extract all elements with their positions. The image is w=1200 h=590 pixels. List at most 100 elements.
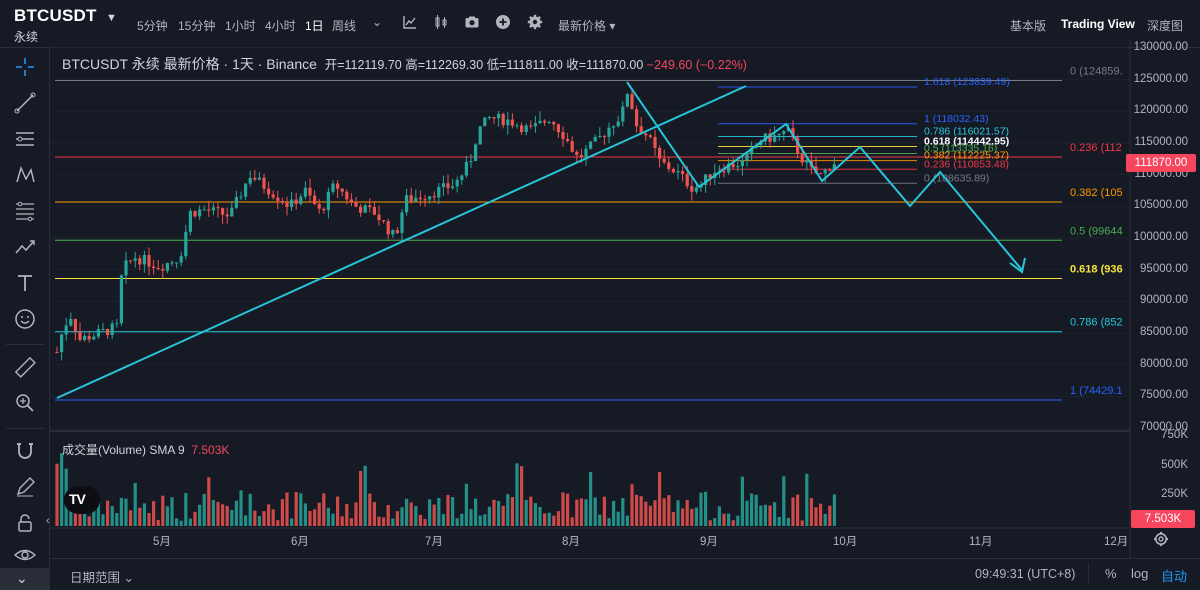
legend-low: 低=111811.00	[486, 58, 563, 72]
visibility-eye-icon[interactable]	[12, 542, 38, 568]
volume-bar	[349, 518, 353, 526]
volume-bar	[326, 507, 330, 526]
macro-fib-label: 0.382 (105	[1070, 187, 1123, 199]
timeframe-weekly[interactable]: 周线	[332, 17, 356, 34]
candle-body	[520, 125, 524, 133]
current-price-tag: 111870.00	[1126, 154, 1196, 172]
volume-tick: 750K	[1161, 429, 1188, 441]
emoji-icon[interactable]	[12, 306, 38, 332]
view-basic[interactable]: 基本版	[1010, 17, 1046, 34]
candle-body	[96, 329, 100, 337]
text-tool-icon[interactable]	[12, 270, 38, 296]
volume-bar	[717, 506, 721, 526]
candle-body	[552, 121, 556, 125]
collapse-toolbar-button[interactable]: ⌄	[0, 568, 50, 590]
candle-body	[740, 159, 744, 167]
auto-scale-toggle[interactable]: 自动	[1161, 566, 1187, 585]
volume-bar	[133, 482, 137, 526]
timeframe-15m[interactable]: 15分钟	[178, 17, 215, 34]
candle-body	[179, 256, 183, 263]
view-tradingview[interactable]: Trading View	[1061, 17, 1135, 31]
candle-body	[382, 220, 386, 222]
uptrend-line	[56, 85, 747, 399]
indicators-icon[interactable]	[402, 14, 418, 30]
trend-line-icon[interactable]	[12, 90, 38, 116]
volume-bar	[377, 516, 381, 526]
volume-bar	[184, 493, 188, 526]
symbol-title[interactable]: BTCUSDT	[14, 6, 97, 26]
candle-body	[303, 187, 307, 197]
ruler-icon[interactable]	[12, 354, 38, 380]
volume-bar	[800, 520, 804, 526]
fib-retracement-icon[interactable]	[12, 198, 38, 224]
candle-body	[138, 258, 142, 265]
candle-body	[395, 230, 399, 233]
chart-type-icon[interactable]	[433, 14, 449, 30]
magnet-icon[interactable]	[12, 438, 38, 464]
price-tick: 95000.00	[1140, 262, 1188, 275]
time-tick: 11月	[969, 536, 993, 548]
price-tick: 85000.00	[1140, 326, 1188, 338]
candle-body	[625, 94, 629, 107]
draw-mode-icon[interactable]	[12, 474, 38, 500]
candle-body	[225, 214, 229, 217]
volume-bar	[727, 513, 731, 526]
micro-fib-label: 1 (118032.43)	[924, 113, 989, 125]
chevron-down-icon: ▾	[609, 19, 616, 33]
pattern-icon[interactable]	[12, 162, 38, 188]
candle-body	[667, 162, 671, 170]
volume-bar	[474, 498, 478, 526]
candle-body	[207, 209, 211, 211]
volume-bar	[368, 493, 372, 526]
timeframe-1h[interactable]: 1小时	[225, 17, 256, 34]
chart-canvas[interactable]: 0 (124859. 0.236 (112 0.382 (105 0.5 (99644…	[50, 40, 1200, 558]
add-icon[interactable]	[495, 14, 511, 30]
price-type-dropdown[interactable]: 最新价格 ▾	[558, 17, 615, 34]
symbol-dropdown-icon[interactable]: ▼	[106, 12, 117, 24]
candle-body	[805, 160, 809, 163]
zoom-in-icon[interactable]	[12, 390, 38, 416]
timeframe-5m[interactable]: 5分钟	[137, 17, 168, 34]
candle-body	[662, 158, 666, 163]
candle-body	[340, 188, 344, 192]
lock-icon[interactable]	[12, 510, 38, 536]
view-depth[interactable]: 深度图	[1147, 17, 1183, 34]
more-timeframes-icon[interactable]: ⌄	[372, 15, 382, 29]
camera-icon[interactable]	[464, 14, 480, 30]
candle-body	[106, 328, 110, 335]
volume-bar	[602, 496, 606, 526]
tradingview-logo[interactable]: TV	[64, 486, 100, 514]
candle-body	[487, 117, 491, 119]
volume-bar	[267, 504, 271, 526]
candle-body	[418, 197, 422, 200]
volume-bar	[791, 497, 795, 526]
candle-body	[428, 196, 432, 200]
settings-gear-icon[interactable]	[527, 14, 543, 30]
price-tick: 90000.00	[1140, 294, 1188, 307]
volume-bar	[630, 484, 634, 526]
horizontal-lines-icon[interactable]	[12, 126, 38, 152]
timeframe-1d[interactable]: 1日	[305, 17, 324, 34]
chart-settings-icon[interactable]	[1153, 531, 1169, 552]
candle-body	[110, 323, 114, 335]
candle-body	[671, 169, 675, 173]
time-tick: 6月	[291, 536, 309, 548]
time-tick: 12月	[1104, 536, 1129, 548]
date-range-button[interactable]: 日期范围 ⌄	[70, 567, 134, 586]
toolbar-divider	[6, 428, 44, 429]
log-scale-toggle[interactable]: log	[1131, 566, 1148, 581]
volume-legend-value: 7.503K	[191, 443, 230, 457]
timeframe-4h[interactable]: 4小时	[265, 17, 296, 34]
candle-body	[92, 336, 96, 340]
candle-body	[133, 258, 137, 261]
forecast-icon[interactable]	[12, 234, 38, 260]
divider	[1088, 563, 1089, 583]
volume-bar	[809, 497, 813, 526]
percent-scale-toggle[interactable]: %	[1105, 566, 1117, 581]
crosshair-icon[interactable]	[12, 54, 38, 80]
candle-body	[598, 135, 602, 137]
volume-bar	[497, 501, 501, 526]
candle-body	[349, 199, 353, 202]
macro-fib-label: 1 (74429.1	[1070, 385, 1123, 397]
volume-bar	[175, 518, 179, 526]
